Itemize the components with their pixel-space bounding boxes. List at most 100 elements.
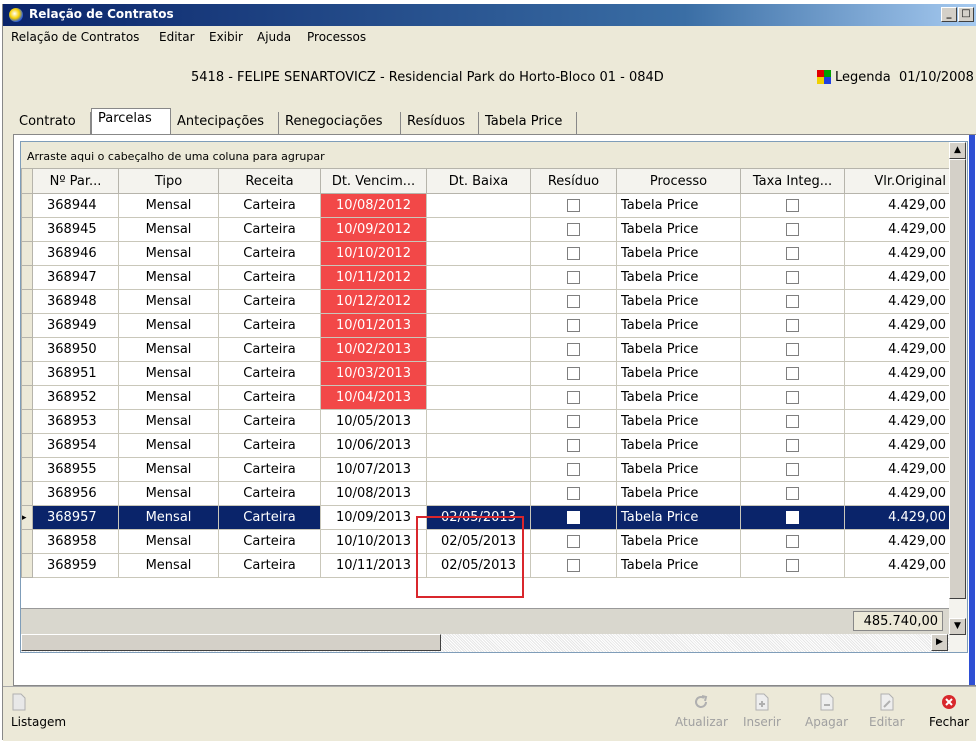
taxa-checkbox[interactable] [786, 199, 799, 212]
cell-tipo[interactable]: Mensal [118, 337, 219, 362]
cell-residuo[interactable] [530, 385, 617, 410]
residuo-checkbox[interactable] [567, 223, 580, 236]
cell-receita[interactable]: Carteira [218, 337, 321, 362]
cell-receita[interactable]: Carteira [218, 289, 321, 314]
cell-valor[interactable]: 4.429,00 [844, 313, 951, 338]
table-row[interactable]: 368956 Mensal Carteira 10/08/2013 Tabela Pri… [21, 481, 951, 506]
cell-valor[interactable]: 4.429,00 [844, 289, 951, 314]
cell-receita[interactable]: Carteira [218, 265, 321, 290]
row-indicator[interactable] [21, 217, 33, 242]
minimize-icon[interactable]: _ [941, 7, 957, 22]
residuo-checkbox[interactable] [567, 247, 580, 260]
menu-processos[interactable]: Processos [307, 30, 366, 44]
inserir-button[interactable]: Inserir [743, 693, 781, 729]
cell-tipo[interactable]: Mensal [118, 241, 219, 266]
cell-vencimento[interactable]: 10/08/2012 [320, 193, 427, 218]
cell-vencimento[interactable]: 10/11/2012 [320, 265, 427, 290]
cell-taxa[interactable] [740, 409, 845, 434]
residuo-checkbox[interactable] [567, 343, 580, 356]
row-indicator[interactable] [21, 433, 33, 458]
cell-processo[interactable]: Tabela Price [616, 505, 741, 530]
cell-residuo[interactable] [530, 481, 617, 506]
taxa-checkbox[interactable] [786, 439, 799, 452]
cell-num[interactable]: 368952 [32, 385, 119, 410]
cell-tipo[interactable]: Mensal [118, 289, 219, 314]
cell-taxa[interactable] [740, 529, 845, 554]
cell-tipo[interactable]: Mensal [118, 457, 219, 482]
scroll-right-icon[interactable]: ▶ [931, 634, 948, 651]
apagar-button[interactable]: Apagar [805, 693, 848, 729]
maximize-icon[interactable]: □ [958, 7, 974, 22]
table-row[interactable]: 368950 Mensal Carteira 10/02/2013 Tabela Pri… [21, 337, 951, 362]
tab-parcelas[interactable]: Parcelas [91, 108, 171, 134]
residuo-checkbox[interactable] [567, 415, 580, 428]
menu-exibir[interactable]: Exibir [209, 30, 243, 44]
cell-residuo[interactable] [530, 361, 617, 386]
cell-num[interactable]: 368958 [32, 529, 119, 554]
cell-valor[interactable]: 4.429,00 [844, 337, 951, 362]
cell-num[interactable]: 368957 [32, 505, 119, 530]
taxa-checkbox[interactable] [786, 247, 799, 260]
cell-num[interactable]: 368959 [32, 553, 119, 578]
cell-receita[interactable]: Carteira [218, 313, 321, 338]
row-indicator[interactable] [21, 553, 33, 578]
cell-taxa[interactable] [740, 265, 845, 290]
vertical-scroll-thumb[interactable] [949, 159, 966, 599]
cell-valor[interactable]: 4.429,00 [844, 433, 951, 458]
residuo-checkbox[interactable] [567, 511, 580, 524]
horizontal-scroll-thumb[interactable] [21, 634, 441, 651]
table-row[interactable]: 368953 Mensal Carteira 10/05/2013 Tabela Pri… [21, 409, 951, 434]
cell-num[interactable]: 368954 [32, 433, 119, 458]
taxa-checkbox[interactable] [786, 295, 799, 308]
residuo-checkbox[interactable] [567, 271, 580, 284]
cell-num[interactable]: 368951 [32, 361, 119, 386]
scroll-down-icon[interactable]: ▼ [949, 618, 966, 635]
cell-receita[interactable]: Carteira [218, 553, 321, 578]
cell-taxa[interactable] [740, 385, 845, 410]
legend-icon[interactable] [817, 70, 831, 84]
cell-baixa[interactable] [426, 193, 531, 218]
table-row[interactable]: 368951 Mensal Carteira 10/03/2013 Tabela Pri… [21, 361, 951, 386]
cell-valor[interactable]: 4.429,00 [844, 193, 951, 218]
residuo-checkbox[interactable] [567, 199, 580, 212]
cell-valor[interactable]: 4.429,00 [844, 385, 951, 410]
col-header-receita[interactable]: Receita [218, 168, 321, 194]
cell-receita[interactable]: Carteira [218, 217, 321, 242]
cell-residuo[interactable] [530, 289, 617, 314]
table-row[interactable]: 368945 Mensal Carteira 10/09/2012 Tabela Pri… [21, 217, 951, 242]
cell-vencimento[interactable]: 10/09/2013 [320, 505, 427, 530]
cell-residuo[interactable] [530, 241, 617, 266]
cell-vencimento[interactable]: 10/03/2013 [320, 361, 427, 386]
cell-processo[interactable]: Tabela Price [616, 313, 741, 338]
tab-tabela-price[interactable]: Tabela Price [479, 112, 577, 134]
cell-tipo[interactable]: Mensal [118, 409, 219, 434]
cell-tipo[interactable]: Mensal [118, 385, 219, 410]
cell-residuo[interactable] [530, 433, 617, 458]
col-header-residuo[interactable]: Resíduo [530, 168, 617, 194]
row-indicator[interactable] [21, 289, 33, 314]
row-indicator[interactable]: ▸ [21, 505, 33, 530]
residuo-checkbox[interactable] [567, 367, 580, 380]
cell-processo[interactable]: Tabela Price [616, 433, 741, 458]
col-header-num[interactable]: Nº Par... [32, 168, 119, 194]
cell-vencimento[interactable]: 10/01/2013 [320, 313, 427, 338]
cell-baixa[interactable] [426, 481, 531, 506]
cell-residuo[interactable] [530, 457, 617, 482]
cell-vencimento[interactable]: 10/12/2012 [320, 289, 427, 314]
cell-processo[interactable]: Tabela Price [616, 265, 741, 290]
cell-num[interactable]: 368947 [32, 265, 119, 290]
cell-valor[interactable]: 4.429,00 [844, 481, 951, 506]
cell-vencimento[interactable]: 10/10/2012 [320, 241, 427, 266]
vertical-scrollbar[interactable]: ▲ ▼ [949, 142, 967, 652]
atualizar-button[interactable]: Atualizar [675, 693, 728, 729]
taxa-checkbox[interactable] [786, 343, 799, 356]
cell-taxa[interactable] [740, 337, 845, 362]
cell-num[interactable]: 368955 [32, 457, 119, 482]
residuo-checkbox[interactable] [567, 295, 580, 308]
cell-valor[interactable]: 4.429,00 [844, 409, 951, 434]
cell-processo[interactable]: Tabela Price [616, 193, 741, 218]
scroll-up-icon[interactable]: ▲ [949, 142, 966, 159]
cell-processo[interactable]: Tabela Price [616, 481, 741, 506]
cell-processo[interactable]: Tabela Price [616, 217, 741, 242]
cell-tipo[interactable]: Mensal [118, 265, 219, 290]
